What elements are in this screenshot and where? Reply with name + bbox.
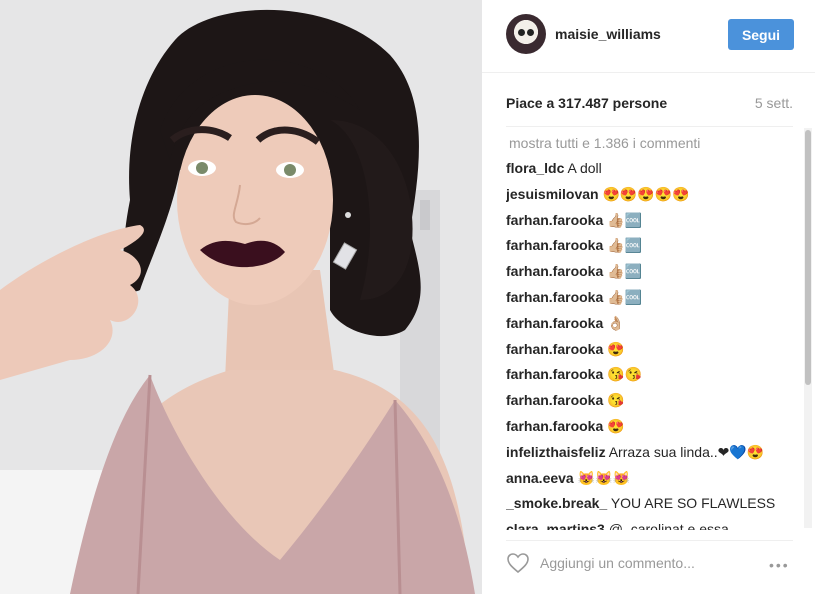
- comment-text: 👍🏼🆒: [607, 263, 643, 280]
- comment-user[interactable]: farhan.farooka: [506, 366, 603, 382]
- comment-user[interactable]: farhan.farooka: [506, 263, 603, 279]
- comment-text: 😻😻😻: [577, 469, 630, 486]
- comment-row: anna.eeva 😻😻😻: [506, 466, 796, 492]
- comment-user[interactable]: farhan.farooka: [506, 289, 603, 305]
- heart-icon[interactable]: [506, 552, 530, 579]
- comment-user[interactable]: _smoke.break_: [506, 495, 607, 511]
- comment-user[interactable]: farhan.farooka: [506, 418, 603, 434]
- comment-row: farhan.farooka 👍🏼🆒: [506, 208, 796, 234]
- follow-button[interactable]: Segui: [728, 19, 794, 50]
- comment-row: farhan.farooka 👍🏼🆒: [506, 259, 796, 285]
- comment-text: Arraza sua linda..❤💙😍: [608, 443, 765, 460]
- comment-text: A doll: [567, 160, 602, 176]
- comment-text: YOU ARE SO FLAWLESS: [610, 495, 776, 512]
- comment-text: 😍😍😍😍😍: [602, 185, 690, 202]
- post-photo[interactable]: [0, 0, 482, 594]
- comment-row: farhan.farooka 👌🏼: [506, 311, 796, 337]
- comment-row: farhan.farooka 😍: [506, 337, 796, 363]
- portrait-image: [0, 0, 482, 594]
- avatar[interactable]: [506, 14, 546, 54]
- comment-text: 😘: [607, 392, 625, 409]
- show-all-comments-link[interactable]: mostra tutti e 1.386 i commenti: [506, 130, 796, 156]
- comment-row: farhan.farooka 😘😘: [506, 362, 796, 388]
- divider: [506, 126, 793, 127]
- comment-user[interactable]: anna.eeva: [506, 470, 574, 486]
- comment-user[interactable]: farhan.farooka: [506, 212, 603, 228]
- post-header: maisie_williams Segui: [482, 0, 815, 73]
- comment-user[interactable]: clara_martins3: [506, 521, 605, 530]
- comment-user[interactable]: farhan.farooka: [506, 392, 603, 408]
- comment-text: 😘😘: [607, 366, 643, 383]
- more-options-icon[interactable]: •••: [769, 557, 790, 573]
- comment-text: 😍: [607, 417, 625, 434]
- comment-user[interactable]: infelizthaisfeliz: [506, 444, 606, 460]
- comment-row: farhan.farooka 👍🏼🆒: [506, 233, 796, 259]
- comment-row: farhan.farooka 😘: [506, 388, 796, 414]
- comment-row: farhan.farooka 😍: [506, 414, 796, 440]
- comments-list: mostra tutti e 1.386 i commenti flora_ld…: [506, 130, 796, 530]
- comment-row: _smoke.break_ YOU ARE SO FLAWLESS: [506, 491, 796, 517]
- comment-text[interactable]: @_carolinat e essa: [609, 521, 729, 530]
- comment-row: flora_ldc A doll: [506, 156, 796, 182]
- comment-user[interactable]: jesuismilovan: [506, 186, 599, 202]
- username-link[interactable]: maisie_williams: [555, 26, 661, 42]
- comment-text: 👌🏼: [607, 314, 625, 331]
- comment-text: 😍: [607, 340, 625, 357]
- add-comment-input[interactable]: Aggiungi un commento...: [540, 555, 695, 571]
- divider: [506, 540, 793, 541]
- post-details-panel: maisie_williams Segui Piace a 317.487 pe…: [482, 0, 815, 594]
- comment-row: jesuismilovan 😍😍😍😍😍: [506, 182, 796, 208]
- comment-text: 👍🏼🆒: [607, 288, 643, 305]
- comment-text: 👍🏼🆒: [607, 211, 643, 228]
- comment-user[interactable]: farhan.farooka: [506, 237, 603, 253]
- comment-user[interactable]: farhan.farooka: [506, 315, 603, 331]
- likes-count[interactable]: Piace a 317.487 persone: [506, 95, 667, 111]
- comment-user[interactable]: farhan.farooka: [506, 341, 603, 357]
- comment-user[interactable]: flora_ldc: [506, 160, 564, 176]
- post-time[interactable]: 5 sett.: [755, 95, 793, 111]
- comment-row: infelizthaisfeliz Arraza sua linda..❤💙😍: [506, 440, 796, 466]
- comment-text: 👍🏼🆒: [607, 237, 643, 254]
- comment-row: farhan.farooka 👍🏼🆒: [506, 285, 796, 311]
- comment-row: clara_martins3 @_carolinat e essa: [506, 517, 796, 530]
- comments-scrollbar-thumb[interactable]: [805, 130, 811, 385]
